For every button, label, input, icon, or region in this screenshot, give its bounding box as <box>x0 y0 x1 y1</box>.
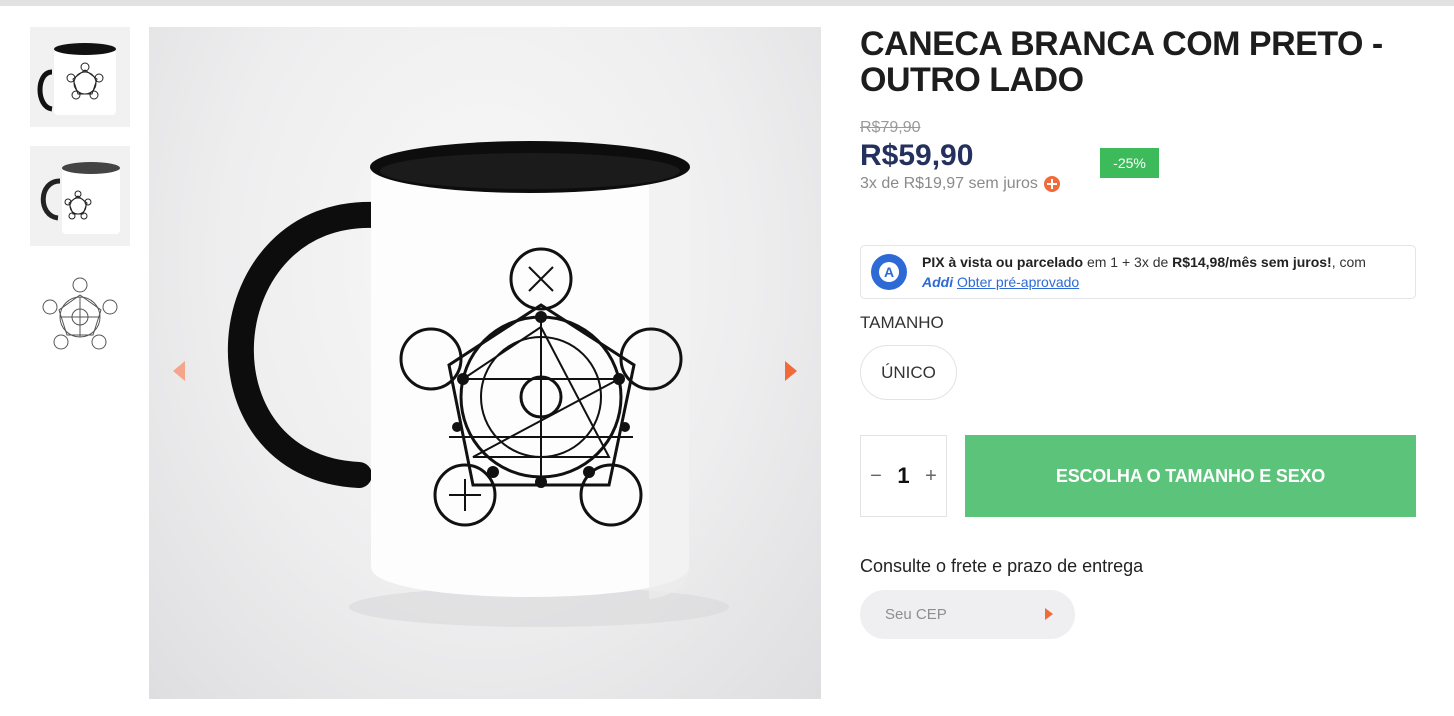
shipping-label: Consulte o frete e prazo de entrega <box>860 556 1144 576</box>
discount-badge: -25% <box>1100 148 1159 178</box>
top-bar <box>0 0 1454 6</box>
addi-preapproval-link[interactable]: Obter pré-aprovado <box>957 274 1079 290</box>
quantity-increase-button[interactable]: + <box>922 465 940 488</box>
cep-submit-arrow-icon[interactable] <box>1041 606 1057 622</box>
quantity-stepper: − 1 + <box>860 435 947 517</box>
current-price: R$59,90 <box>860 139 974 172</box>
quantity-decrease-button[interactable]: − <box>867 465 885 488</box>
old-price: R$79,90 <box>860 119 921 136</box>
cep-field <box>860 590 1075 639</box>
addi-logo-letter: A <box>884 264 894 280</box>
thumbnail-print-art[interactable] <box>30 265 130 365</box>
arrow-left-icon[interactable] <box>167 357 191 385</box>
thumbnail-mug-front[interactable] <box>30 27 130 127</box>
addi-tail: , com <box>1331 254 1366 270</box>
addi-brand: Addi <box>922 274 954 290</box>
size-option-unico[interactable]: ÚNICO <box>860 345 957 400</box>
thumbnail-mug-side[interactable] <box>30 146 130 246</box>
addi-logo-icon: A <box>871 254 907 290</box>
installments-info: 3x de R$19,97 sem juros <box>860 175 1060 193</box>
addi-lead: PIX à vista ou parcelado <box>922 254 1084 270</box>
plus-circle-icon[interactable] <box>1043 176 1060 192</box>
addi-amount: R$14,98/mês sem juros! <box>1172 254 1332 270</box>
product-main-image <box>149 27 821 699</box>
mug-illustration <box>227 141 729 627</box>
quantity-value[interactable]: 1 <box>897 463 909 489</box>
size-label: TAMANHO <box>860 313 944 332</box>
addi-payment-banner: A PIX à vista ou parcelado em 1 + 3x de … <box>860 245 1416 299</box>
choose-size-button[interactable]: ESCOLHA O TAMANHO E SEXO <box>965 435 1416 517</box>
cep-input[interactable] <box>885 606 1035 623</box>
addi-mid: em 1 + 3x de <box>1083 254 1173 270</box>
product-title: CANECA BRANCA COM PRETO - OUTRO LADO <box>860 25 1383 99</box>
arrow-right-icon[interactable] <box>779 357 803 385</box>
installments-text: 3x de R$19,97 sem juros <box>860 175 1038 192</box>
addi-text: PIX à vista ou parcelado em 1 + 3x de R$… <box>922 252 1366 292</box>
